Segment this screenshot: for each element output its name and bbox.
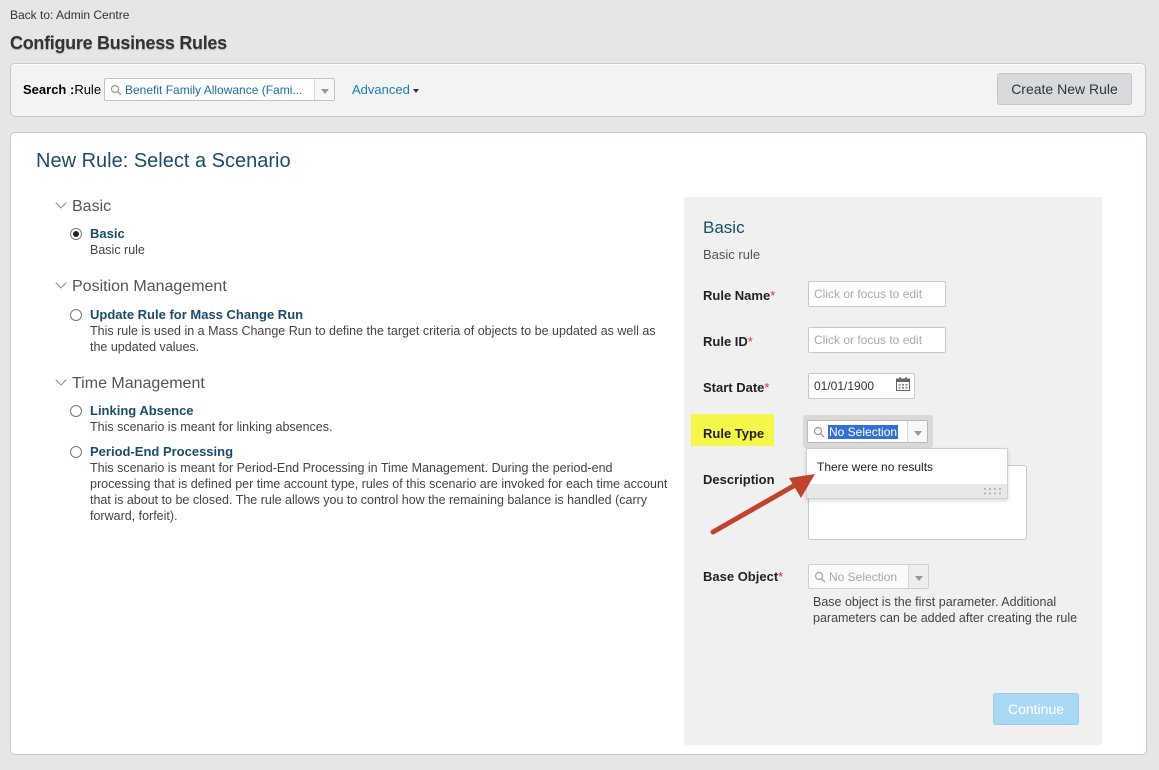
resize-grip-icon[interactable] <box>982 486 1004 496</box>
scenario-title: Basic <box>90 226 125 241</box>
radio-button-selected[interactable] <box>70 228 82 240</box>
base-object-label: Base Object* <box>703 569 784 584</box>
rule-name-input[interactable] <box>808 281 946 307</box>
radio-button[interactable] <box>70 309 82 321</box>
search-value: Benefit Family Allowance (Fami... <box>125 82 303 97</box>
rule-type-label: Rule Type <box>703 426 765 441</box>
no-results-message: There were no results <box>817 460 934 474</box>
main-panel: New Rule: Select a Scenario Basic Basic … <box>10 132 1147 755</box>
radio-button[interactable] <box>70 405 82 417</box>
rule-search-combobox[interactable]: Benefit Family Allowance (Fami... <box>104 78 335 101</box>
rule-name-label: Rule Name* <box>703 288 776 303</box>
base-object-value: No Selection <box>829 569 898 584</box>
start-date-label: Start Date* <box>703 380 770 395</box>
search-label: Search :Rule <box>23 82 102 97</box>
chevron-down-icon[interactable] <box>908 565 928 588</box>
rule-type-focus-ring: No Selection <box>803 415 933 448</box>
chevron-down-icon <box>55 277 67 289</box>
calendar-icon[interactable] <box>895 376 911 392</box>
rule-type-dropdown: There were no results <box>806 448 1008 499</box>
form-subtitle: Basic rule <box>703 247 761 262</box>
group-header-basic[interactable]: Basic <box>55 197 111 216</box>
scenario-description: Basic rule <box>90 243 145 257</box>
dropdown-footer <box>807 484 1007 498</box>
search-icon <box>110 84 122 95</box>
chevron-down-icon <box>55 197 67 209</box>
back-to-admin-centre-link[interactable]: Back to: Admin Centre <box>10 8 129 22</box>
scenario-title: Update Rule for Mass Change Run <box>90 307 304 322</box>
chevron-down-icon[interactable] <box>907 421 927 442</box>
advanced-search-link[interactable]: Advanced <box>352 82 419 97</box>
caret-down-icon <box>412 88 419 93</box>
rule-id-label: Rule ID* <box>703 334 753 349</box>
group-header-position-management[interactable]: Position Management <box>55 277 227 296</box>
search-icon <box>814 571 826 582</box>
form-title: Basic <box>703 218 745 237</box>
annotation-arrow-icon <box>710 474 815 535</box>
chevron-down-icon <box>55 374 67 386</box>
rule-type-value: No Selection <box>828 424 899 439</box>
scenario-title: Period-End Processing <box>90 444 234 459</box>
create-new-rule-button[interactable]: Create New Rule <box>997 73 1132 105</box>
section-title: New Rule: Select a Scenario <box>36 150 291 172</box>
scenario-description: This scenario is meant for linking absen… <box>90 420 333 434</box>
scenario-title: Linking Absence <box>90 403 194 418</box>
base-object-hint: Base object is the first parameter. Addi… <box>813 595 1078 625</box>
page-title: Configure Business Rules <box>10 33 227 53</box>
base-object-combobox[interactable]: No Selection <box>808 564 929 589</box>
rule-type-combobox[interactable]: No Selection <box>807 420 928 443</box>
chevron-down-icon[interactable] <box>314 79 334 100</box>
search-icon <box>813 426 825 437</box>
rule-id-input[interactable] <box>808 327 946 353</box>
group-header-time-management[interactable]: Time Management <box>55 374 205 393</box>
radio-button[interactable] <box>70 446 82 458</box>
continue-button[interactable]: Continue <box>993 693 1079 725</box>
scenario-description: This scenario is meant for Period-End Pr… <box>90 461 668 523</box>
scenario-description: This rule is used in a Mass Change Run t… <box>90 324 656 354</box>
search-bar: Search :Rule Benefit Family Allowance (F… <box>10 63 1146 117</box>
